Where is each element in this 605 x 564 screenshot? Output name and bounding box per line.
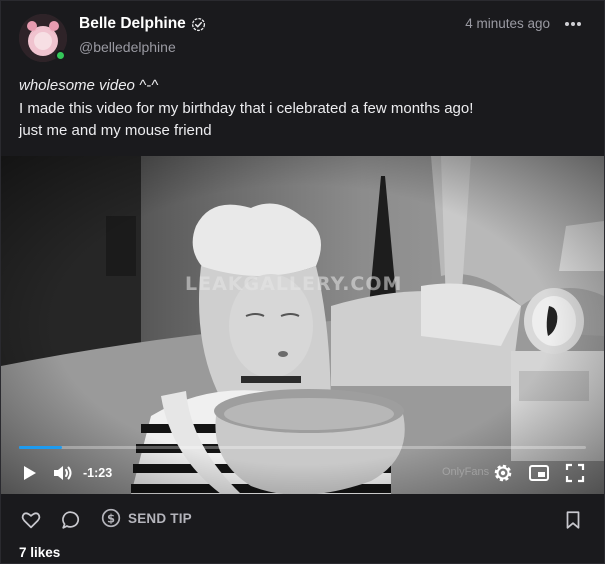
video-watermark: LEAKGALLERY.COM: [185, 273, 403, 295]
onlyfans-watermark: OnlyFans: [442, 466, 490, 478]
picture-in-picture-icon[interactable]: [527, 461, 551, 485]
heart-icon[interactable]: [20, 509, 42, 531]
dollar-icon: $: [101, 508, 121, 528]
caption-line-1: wholesome video ^-^: [19, 77, 159, 94]
svg-text:$: $: [107, 511, 115, 525]
online-status-indicator: [55, 50, 66, 61]
volume-icon[interactable]: [51, 461, 75, 485]
fullscreen-icon[interactable]: [563, 461, 587, 485]
caption-line-2: I made this video for my birthday that i…: [19, 99, 474, 117]
play-icon[interactable]: [17, 461, 41, 485]
caption-line-3: just me and my mouse friend: [19, 122, 212, 139]
send-tip-button[interactable]: $ SEND TIP: [101, 508, 192, 528]
video-progress-bar[interactable]: [19, 446, 586, 449]
author-name-row: Belle Delphine: [79, 15, 206, 33]
author-handle[interactable]: @belledelphine: [79, 39, 176, 55]
video-progress-fill: [19, 446, 62, 449]
video-frame: [1, 156, 604, 494]
post-caption: wholesome video ^-^ I made this video fo…: [19, 75, 589, 143]
video-player[interactable]: LEAKGALLERY.COM OnlyFans: [1, 156, 604, 494]
settings-icon[interactable]: [491, 461, 515, 485]
post-card: Belle Delphine @belledelphine 4 minutes …: [0, 0, 605, 564]
avatar[interactable]: [19, 14, 67, 62]
likes-count[interactable]: 7 likes: [19, 545, 60, 560]
bookmark-icon[interactable]: [562, 509, 584, 531]
more-options-icon[interactable]: [562, 15, 584, 33]
time-remaining: -1:23: [83, 466, 113, 480]
send-tip-label: SEND TIP: [128, 510, 192, 526]
verified-icon: [191, 17, 205, 31]
post-timestamp[interactable]: 4 minutes ago: [465, 16, 550, 31]
author-name[interactable]: Belle Delphine: [79, 15, 186, 33]
comment-icon[interactable]: [60, 509, 82, 531]
